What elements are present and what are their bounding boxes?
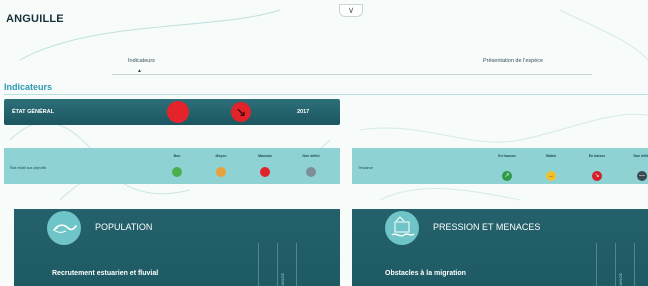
column-divider [296,243,297,286]
legend-item-label: Mauvais [258,154,272,158]
card-title: PRESSION ET MENACES [433,222,541,232]
etat-general-state-indicator [167,101,189,123]
arrow-right-icon: → [546,171,556,181]
indicator-name[interactable]: Recrutement estuarien et fluvial [52,270,158,277]
section-divider [4,94,648,95]
collapse-toggle-button[interactable]: ∨ [339,4,363,17]
legend-item-bon: Bon [162,154,192,182]
arrow-down-right-icon: ↘ [592,171,602,181]
legend-item-en-baisse: En baisse ↘ [582,154,612,182]
indicator-name[interactable]: Obstacles à la migration [385,270,466,277]
etat-general-year: 2017 [297,109,310,115]
legend-item-label: Non défini [633,154,648,158]
legend-item-label: Non défini [302,154,320,158]
eel-icon [47,211,81,245]
legend-item-en-hausse: En hausse ↗ [492,154,522,182]
legend-item-label: En baisse [588,154,606,158]
etat-general-bar: ÉTAT GÉNÉRAL ↘ 2017 [4,99,340,125]
green-dot-icon [172,167,182,177]
page-title: ANGUILLE [6,13,64,25]
card-title: POPULATION [95,222,153,232]
section-heading: Indicateurs [4,82,53,92]
tabs-divider [112,74,592,75]
legend-item-label: Moyen [215,154,227,158]
orange-dot-icon [216,167,226,177]
legend-etat-title: État relatif aux objectifs [10,166,47,170]
legend-item-mauvais: Mauvais [250,154,280,182]
dam-icon [385,211,419,245]
legend-item-non-defini: Non défini — [627,154,648,182]
legend-etat: État relatif aux objectifs Bon Moyen Mau… [4,148,340,184]
column-divider [277,243,278,286]
legend-item-label: En hausse [498,154,516,158]
legend-item-non-defini: Non défini [296,154,326,182]
column-header-tendance: TENDANCE [618,272,623,286]
card-pression-menaces[interactable]: PRESSION ET MENACES Obstacles à la migra… [352,209,648,286]
grey-dot-icon [306,167,316,177]
dash-icon: — [637,171,647,181]
legend-item-moyen: Moyen [206,154,236,182]
column-header-etat: ÉTAT [601,269,611,286]
page: ∨ ANGUILLE Indicateurs Présentation de l… [0,0,648,286]
column-divider [258,243,259,286]
column-header-etat: ÉTAT [263,269,273,286]
legend-tendance: Tendance En hausse ↗ Stable → En baisse … [352,148,648,184]
card-population[interactable]: POPULATION Recrutement estuarien et fluv… [14,209,340,286]
legend-item-label: Stable [545,154,557,158]
column-header-tendance: TENDANCE [280,272,285,286]
tab-presentation-espece[interactable]: Présentation de l'espèce [483,58,543,64]
arrow-up-right-icon: ↗ [502,171,512,181]
column-divider [634,243,635,286]
legend-item-label: Bon [173,154,181,158]
column-divider [615,243,616,286]
legend-tendance-title: Tendance [358,166,374,170]
legend-item-stable: Stable → [536,154,566,182]
arrow-down-right-icon: ↘ [231,102,251,122]
column-divider [596,243,597,286]
tab-indicateurs[interactable]: Indicateurs [128,58,155,64]
red-dot-icon [260,167,270,177]
etat-general-label: ÉTAT GÉNÉRAL [12,109,54,115]
